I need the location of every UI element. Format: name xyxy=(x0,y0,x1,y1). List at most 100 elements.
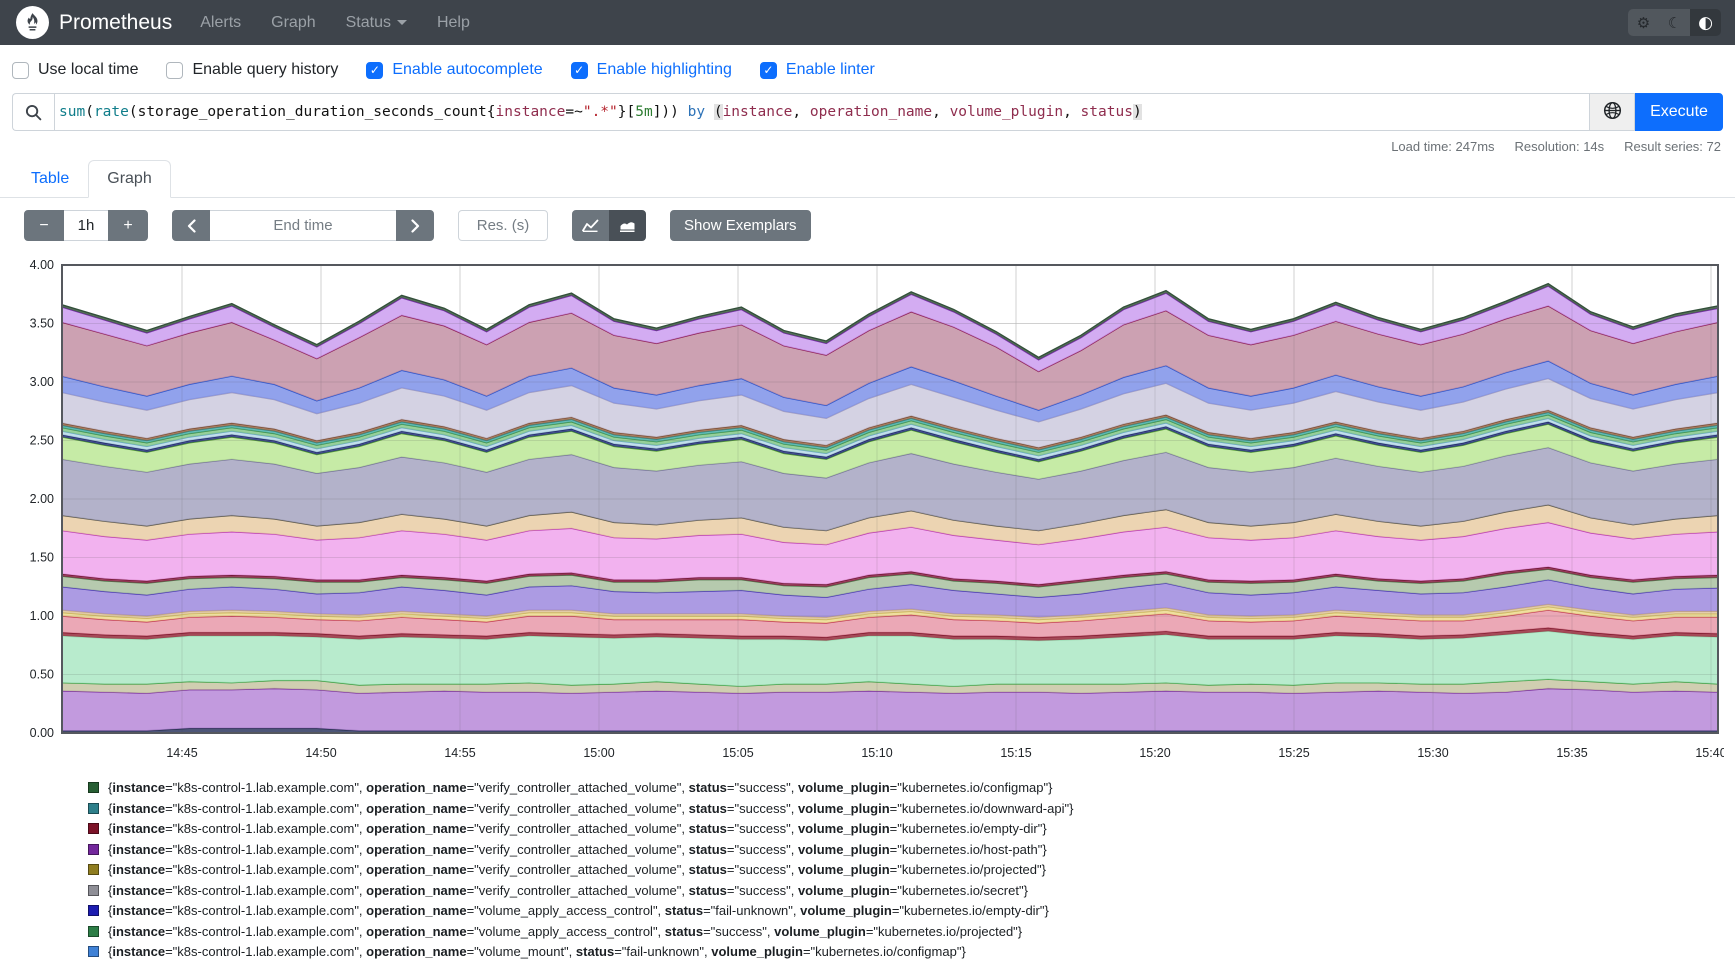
svg-text:0.50: 0.50 xyxy=(30,668,54,682)
range-input[interactable] xyxy=(64,210,108,241)
legend-row[interactable]: {instance="k8s-control-1.lab.example.com… xyxy=(88,884,1735,897)
legend-swatch-icon xyxy=(88,843,99,855)
query-token: ( xyxy=(85,104,94,120)
option-label: Enable query history xyxy=(192,61,339,78)
tab-graph[interactable]: Graph xyxy=(88,160,171,198)
range-stepper: − + xyxy=(24,210,148,241)
svg-text:15:40: 15:40 xyxy=(1695,746,1724,760)
end-time-input[interactable] xyxy=(210,210,396,241)
legend-row[interactable]: {instance="k8s-control-1.lab.example.com… xyxy=(88,822,1735,835)
query-token: ) xyxy=(1132,104,1142,120)
legend-row[interactable]: {instance="k8s-control-1.lab.example.com… xyxy=(88,863,1735,876)
range-decrease-button[interactable]: − xyxy=(24,210,64,241)
nav-item-status[interactable]: Status xyxy=(346,14,407,32)
legend-row[interactable]: {instance="k8s-control-1.lab.example.com… xyxy=(88,781,1735,794)
legend-swatch-icon xyxy=(88,905,99,916)
svg-text:15:20: 15:20 xyxy=(1139,746,1170,760)
svg-text:0.00: 0.00 xyxy=(30,726,54,740)
nav-item-graph[interactable]: Graph xyxy=(271,14,315,32)
checkbox-checked-icon[interactable]: ✓ xyxy=(759,61,777,79)
query-token: by xyxy=(687,104,706,120)
nav-item-help[interactable]: Help xyxy=(437,14,470,32)
settings-icon[interactable]: ⚙ xyxy=(1628,9,1659,36)
query-token: { xyxy=(486,104,496,120)
option-enable-highlighting[interactable]: ✓ Enable highlighting xyxy=(570,61,732,79)
tab-table[interactable]: Table xyxy=(12,160,88,198)
option-label: Use local time xyxy=(38,61,139,78)
auto-contrast-icon[interactable]: ◐ xyxy=(1690,9,1721,36)
option-enable-query-history[interactable]: Enable query history xyxy=(166,61,338,79)
time-back-button[interactable] xyxy=(172,210,210,241)
svg-text:14:55: 14:55 xyxy=(444,746,475,760)
time-navigation xyxy=(172,210,434,241)
svg-text:15:35: 15:35 xyxy=(1556,746,1587,760)
legend-label: {instance="k8s-control-1.lab.example.com… xyxy=(108,882,1028,898)
graph-canvas[interactable]: 0.00 0.50 1.00 1.50 2.00 2.50 3.00 3.50 4.00 14:4… xyxy=(12,255,1724,765)
query-token xyxy=(705,104,714,120)
svg-text:14:50: 14:50 xyxy=(305,746,336,760)
query-token: ])) xyxy=(652,104,679,120)
query-token: operation_name xyxy=(809,104,933,120)
brand-link[interactable]: Prometheus xyxy=(16,6,172,39)
dropdown-caret-icon xyxy=(396,20,407,25)
nav-menu: Alerts Graph Status Help xyxy=(200,14,470,32)
metrics-explorer-button[interactable] xyxy=(1590,93,1635,131)
legend-row[interactable]: {instance="k8s-control-1.lab.example.com… xyxy=(88,925,1735,938)
theme-toggle-group: ⚙ ☾ ◐ xyxy=(1628,9,1721,36)
checkbox-unchecked-icon[interactable] xyxy=(166,61,184,79)
resolution-input[interactable] xyxy=(458,210,548,241)
svg-text:15:25: 15:25 xyxy=(1278,746,1309,760)
option-enable-linter[interactable]: ✓ Enable linter xyxy=(759,61,875,79)
stacked-chart-button[interactable] xyxy=(609,210,646,241)
query-token: status xyxy=(1080,104,1133,120)
query-bar: sum(rate(storage_operation_duration_seco… xyxy=(12,93,1723,131)
svg-text:15:15: 15:15 xyxy=(1000,746,1031,760)
result-series: Result series: 72 xyxy=(1624,139,1721,154)
range-increase-button[interactable]: + xyxy=(108,210,148,241)
query-token xyxy=(679,104,688,120)
chevron-left-icon xyxy=(187,218,196,233)
legend-swatch-icon xyxy=(88,864,99,875)
line-chart-button[interactable] xyxy=(572,210,609,241)
prometheus-logo-icon xyxy=(16,6,49,39)
legend-row[interactable]: {instance="k8s-control-1.lab.example.com… xyxy=(88,802,1735,815)
query-token: [ xyxy=(626,104,636,120)
query-token: , xyxy=(1063,104,1081,120)
nav-item-alerts[interactable]: Alerts xyxy=(200,14,241,32)
search-icon xyxy=(12,93,54,131)
svg-text:3.50: 3.50 xyxy=(30,317,54,331)
query-token: storage_operation_duration_seconds_count xyxy=(137,104,487,120)
query-token: volume_plugin xyxy=(949,104,1064,120)
legend-row[interactable]: {instance="k8s-control-1.lab.example.com… xyxy=(88,904,1735,917)
globe-icon xyxy=(1603,101,1622,123)
svg-text:1.50: 1.50 xyxy=(30,551,54,565)
query-token: rate xyxy=(93,104,129,120)
navbar: Prometheus Alerts Graph Status Help ⚙ ☾ ◐ xyxy=(0,0,1735,45)
line-chart-icon xyxy=(582,219,599,232)
checkbox-unchecked-icon[interactable] xyxy=(12,61,29,79)
legend-row[interactable]: {instance="k8s-control-1.lab.example.com… xyxy=(88,945,1735,958)
brand-title: Prometheus xyxy=(59,10,173,34)
query-token: , xyxy=(792,104,810,120)
graph-controls: − + Show Exemplars xyxy=(0,198,1735,241)
legend-row[interactable]: {instance="k8s-control-1.lab.example.com… xyxy=(88,843,1735,856)
query-token: 5m xyxy=(635,104,653,120)
option-enable-autocomplete[interactable]: ✓ Enable autocomplete xyxy=(366,61,543,79)
legend-label: {instance="k8s-control-1.lab.example.com… xyxy=(108,821,1047,836)
legend-swatch-icon xyxy=(88,925,99,937)
dark-mode-icon[interactable]: ☾ xyxy=(1659,9,1690,36)
legend-label: {instance="k8s-control-1.lab.example.com… xyxy=(108,780,1053,795)
checkbox-checked-icon[interactable]: ✓ xyxy=(366,61,384,79)
chart-type-toggle xyxy=(572,210,646,241)
option-label: Enable linter xyxy=(785,61,875,78)
time-forward-button[interactable] xyxy=(396,210,434,241)
show-exemplars-button[interactable]: Show Exemplars xyxy=(670,210,811,241)
execute-button[interactable]: Execute xyxy=(1635,93,1723,131)
query-token: instance xyxy=(722,104,793,120)
svg-text:15:00: 15:00 xyxy=(583,746,614,760)
option-use-local-time[interactable]: Use local time xyxy=(12,61,138,79)
legend-label: {instance="k8s-control-1.lab.example.com… xyxy=(108,903,1049,918)
option-label: Enable autocomplete xyxy=(392,61,543,78)
checkbox-checked-icon[interactable]: ✓ xyxy=(570,61,588,79)
query-expression-input[interactable]: sum(rate(storage_operation_duration_seco… xyxy=(54,93,1590,131)
